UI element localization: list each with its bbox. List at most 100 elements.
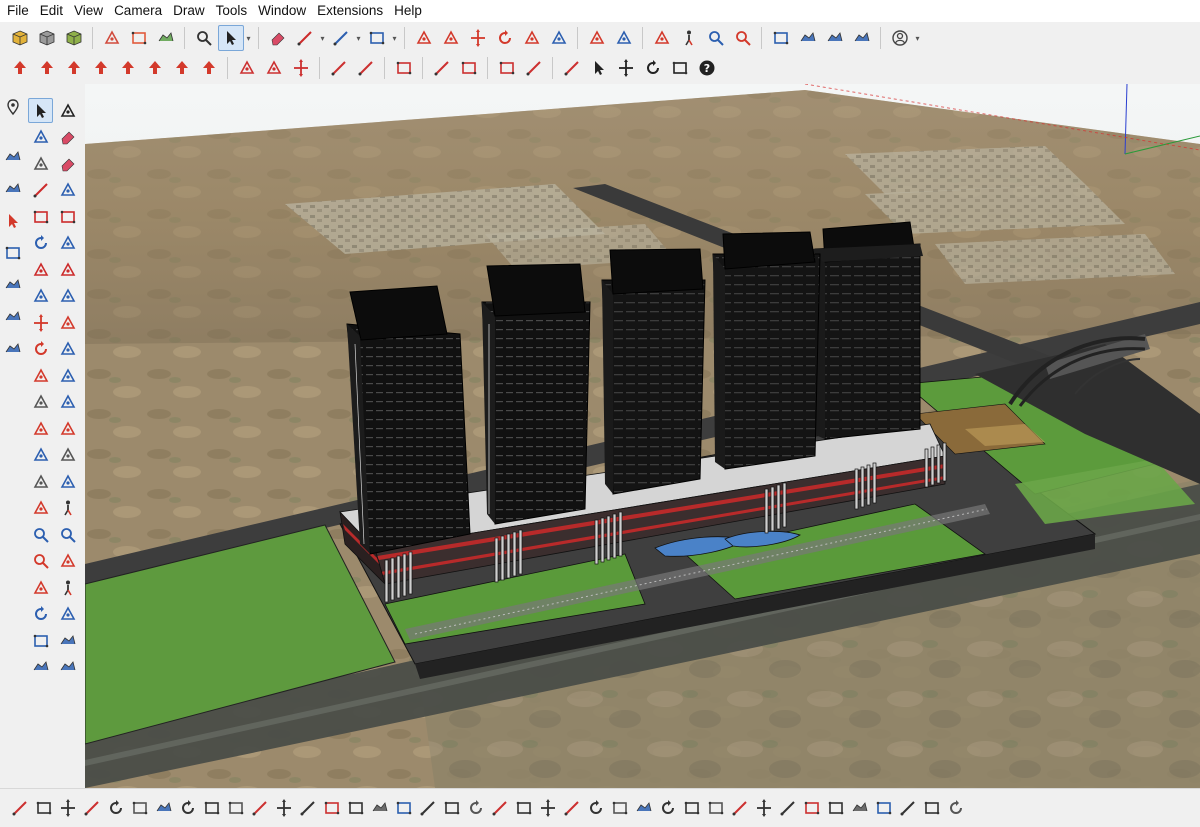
- terrain-drape-icon[interactable]: [0, 336, 25, 361]
- eraser-icon[interactable]: [265, 25, 291, 51]
- bottom-tool-26-box-icon[interactable]: [608, 796, 632, 820]
- offset-tool-icon[interactable]: [55, 363, 80, 388]
- select-tool-icon[interactable]: [28, 98, 53, 123]
- drape-icon[interactable]: [849, 25, 875, 51]
- terrain-grid-icon[interactable]: [0, 176, 25, 201]
- terrain-add-icon[interactable]: [0, 144, 25, 169]
- bottom-tool-12-cross-icon[interactable]: [272, 796, 296, 820]
- walk-person-icon[interactable]: [55, 575, 80, 600]
- chevron-down-icon[interactable]: ▾: [244, 25, 253, 51]
- extension-ar2-icon[interactable]: [88, 55, 114, 81]
- arc3-tool-icon[interactable]: [28, 284, 53, 309]
- terrain-stamp-icon[interactable]: [0, 272, 25, 297]
- polygon-tool-icon[interactable]: [55, 231, 80, 256]
- bottom-tool-8-circle-icon[interactable]: [176, 796, 200, 820]
- bottom-tool-6-box-icon[interactable]: [128, 796, 152, 820]
- protractor-icon[interactable]: [611, 25, 637, 51]
- bottom-tool-32-cross-icon[interactable]: [752, 796, 776, 820]
- rect-tool-icon[interactable]: [28, 204, 53, 229]
- section-plane-tool-icon[interactable]: [28, 496, 53, 521]
- menu-edit[interactable]: Edit: [37, 1, 71, 21]
- previous-view-icon[interactable]: [55, 549, 80, 574]
- menu-help[interactable]: Help: [391, 1, 430, 21]
- move-tool-icon[interactable]: [28, 310, 53, 335]
- bottom-tool-4-line-icon[interactable]: [80, 796, 104, 820]
- extension-an-icon[interactable]: [142, 55, 168, 81]
- section-tool-icon[interactable]: [55, 390, 80, 415]
- drape-tool-icon[interactable]: [55, 655, 80, 680]
- stamp-icon[interactable]: [822, 25, 848, 51]
- tape-measure-icon[interactable]: [584, 25, 610, 51]
- arc-line-icon[interactable]: [328, 25, 354, 51]
- bottom-tool-35-frame-icon[interactable]: [824, 796, 848, 820]
- rectangle-icon[interactable]: [364, 25, 390, 51]
- chevron-down-icon[interactable]: ▾: [390, 25, 399, 51]
- bottom-tool-36-terrain-icon[interactable]: [848, 796, 872, 820]
- bottom-tool-17-box-icon[interactable]: [392, 796, 416, 820]
- arc-tool-icon[interactable]: [28, 257, 53, 282]
- bottom-tool-39-rect-icon[interactable]: [920, 796, 944, 820]
- zoom-tool-icon[interactable]: [28, 522, 53, 547]
- bottom-tool-25-circle-icon[interactable]: [584, 796, 608, 820]
- bottom-tool-7-terrain-icon[interactable]: [152, 796, 176, 820]
- bottom-tool-23-cross-icon[interactable]: [536, 796, 560, 820]
- bottom-tool-30-rect-icon[interactable]: [704, 796, 728, 820]
- smoove-tool-icon[interactable]: [55, 628, 80, 653]
- terrain-flip-icon[interactable]: [0, 304, 25, 329]
- smoove-icon[interactable]: [795, 25, 821, 51]
- tape-tool-icon[interactable]: [28, 416, 53, 441]
- cube-gray-icon[interactable]: [34, 25, 60, 51]
- grid-lines-icon[interactable]: [521, 55, 547, 81]
- chevron-down-icon[interactable]: ▾: [913, 25, 922, 51]
- bottom-tool-38-line-icon[interactable]: [896, 796, 920, 820]
- person-on-box-icon[interactable]: [126, 25, 152, 51]
- zoom-extents-tool-icon[interactable]: [28, 549, 53, 574]
- rotated-rect-icon[interactable]: [55, 204, 80, 229]
- bottom-tool-21-polyline-icon[interactable]: [488, 796, 512, 820]
- fill-shape-icon[interactable]: [99, 25, 125, 51]
- menu-view[interactable]: View: [71, 1, 111, 21]
- rotate-tool-icon[interactable]: [28, 337, 53, 362]
- snap-diag-icon[interactable]: [261, 55, 287, 81]
- bottom-tool-9-box-icon[interactable]: [200, 796, 224, 820]
- square-edge-icon[interactable]: [391, 55, 417, 81]
- push-pull-icon[interactable]: [411, 25, 437, 51]
- viewport-scene[interactable]: [85, 84, 1200, 788]
- red-arrow-icon[interactable]: [0, 208, 25, 233]
- move-cross-icon[interactable]: [613, 55, 639, 81]
- flip-tool-icon[interactable]: [28, 390, 53, 415]
- line-angle-icon[interactable]: [353, 55, 379, 81]
- 3d-viewport[interactable]: [85, 84, 1200, 788]
- bottom-tool-37-box-icon[interactable]: [872, 796, 896, 820]
- paint-bucket-icon[interactable]: [28, 125, 53, 150]
- bottom-tool-40-circle-icon[interactable]: [944, 796, 968, 820]
- menu-extensions[interactable]: Extensions: [314, 1, 391, 21]
- pencil-icon[interactable]: [292, 25, 318, 51]
- zoom-icon[interactable]: [703, 25, 729, 51]
- polyline-icon[interactable]: [559, 55, 585, 81]
- camera-sweep-icon[interactable]: [55, 602, 80, 627]
- location-pin-icon[interactable]: [0, 94, 25, 119]
- bottom-tool-28-circle-icon[interactable]: [656, 796, 680, 820]
- user-account-icon[interactable]: [887, 25, 913, 51]
- extension-j-icon[interactable]: [61, 55, 87, 81]
- zoom-window-icon[interactable]: [55, 522, 80, 547]
- push-pull-tool-icon[interactable]: [55, 310, 80, 335]
- bottom-tool-10-rect-icon[interactable]: [224, 796, 248, 820]
- dimension-tool-icon[interactable]: [55, 416, 80, 441]
- arc2-tool-icon[interactable]: [55, 257, 80, 282]
- line-break-icon[interactable]: [326, 55, 352, 81]
- bottom-tool-33-pencil-icon[interactable]: [776, 796, 800, 820]
- menu-camera[interactable]: Camera: [111, 1, 170, 21]
- terrain-box-icon[interactable]: [0, 240, 25, 265]
- move-icon[interactable]: [465, 25, 491, 51]
- bottom-tool-29-box-icon[interactable]: [680, 796, 704, 820]
- sandbox-tool-icon[interactable]: [28, 628, 53, 653]
- menu-tools[interactable]: Tools: [213, 1, 256, 21]
- bottom-tool-13-pencil-icon[interactable]: [296, 796, 320, 820]
- chevron-down-icon[interactable]: ▾: [354, 25, 363, 51]
- scale-tool-icon[interactable]: [28, 363, 53, 388]
- snap-cross-icon[interactable]: [288, 55, 314, 81]
- extension-av-icon[interactable]: [115, 55, 141, 81]
- 3d-text-tool-icon[interactable]: [55, 469, 80, 494]
